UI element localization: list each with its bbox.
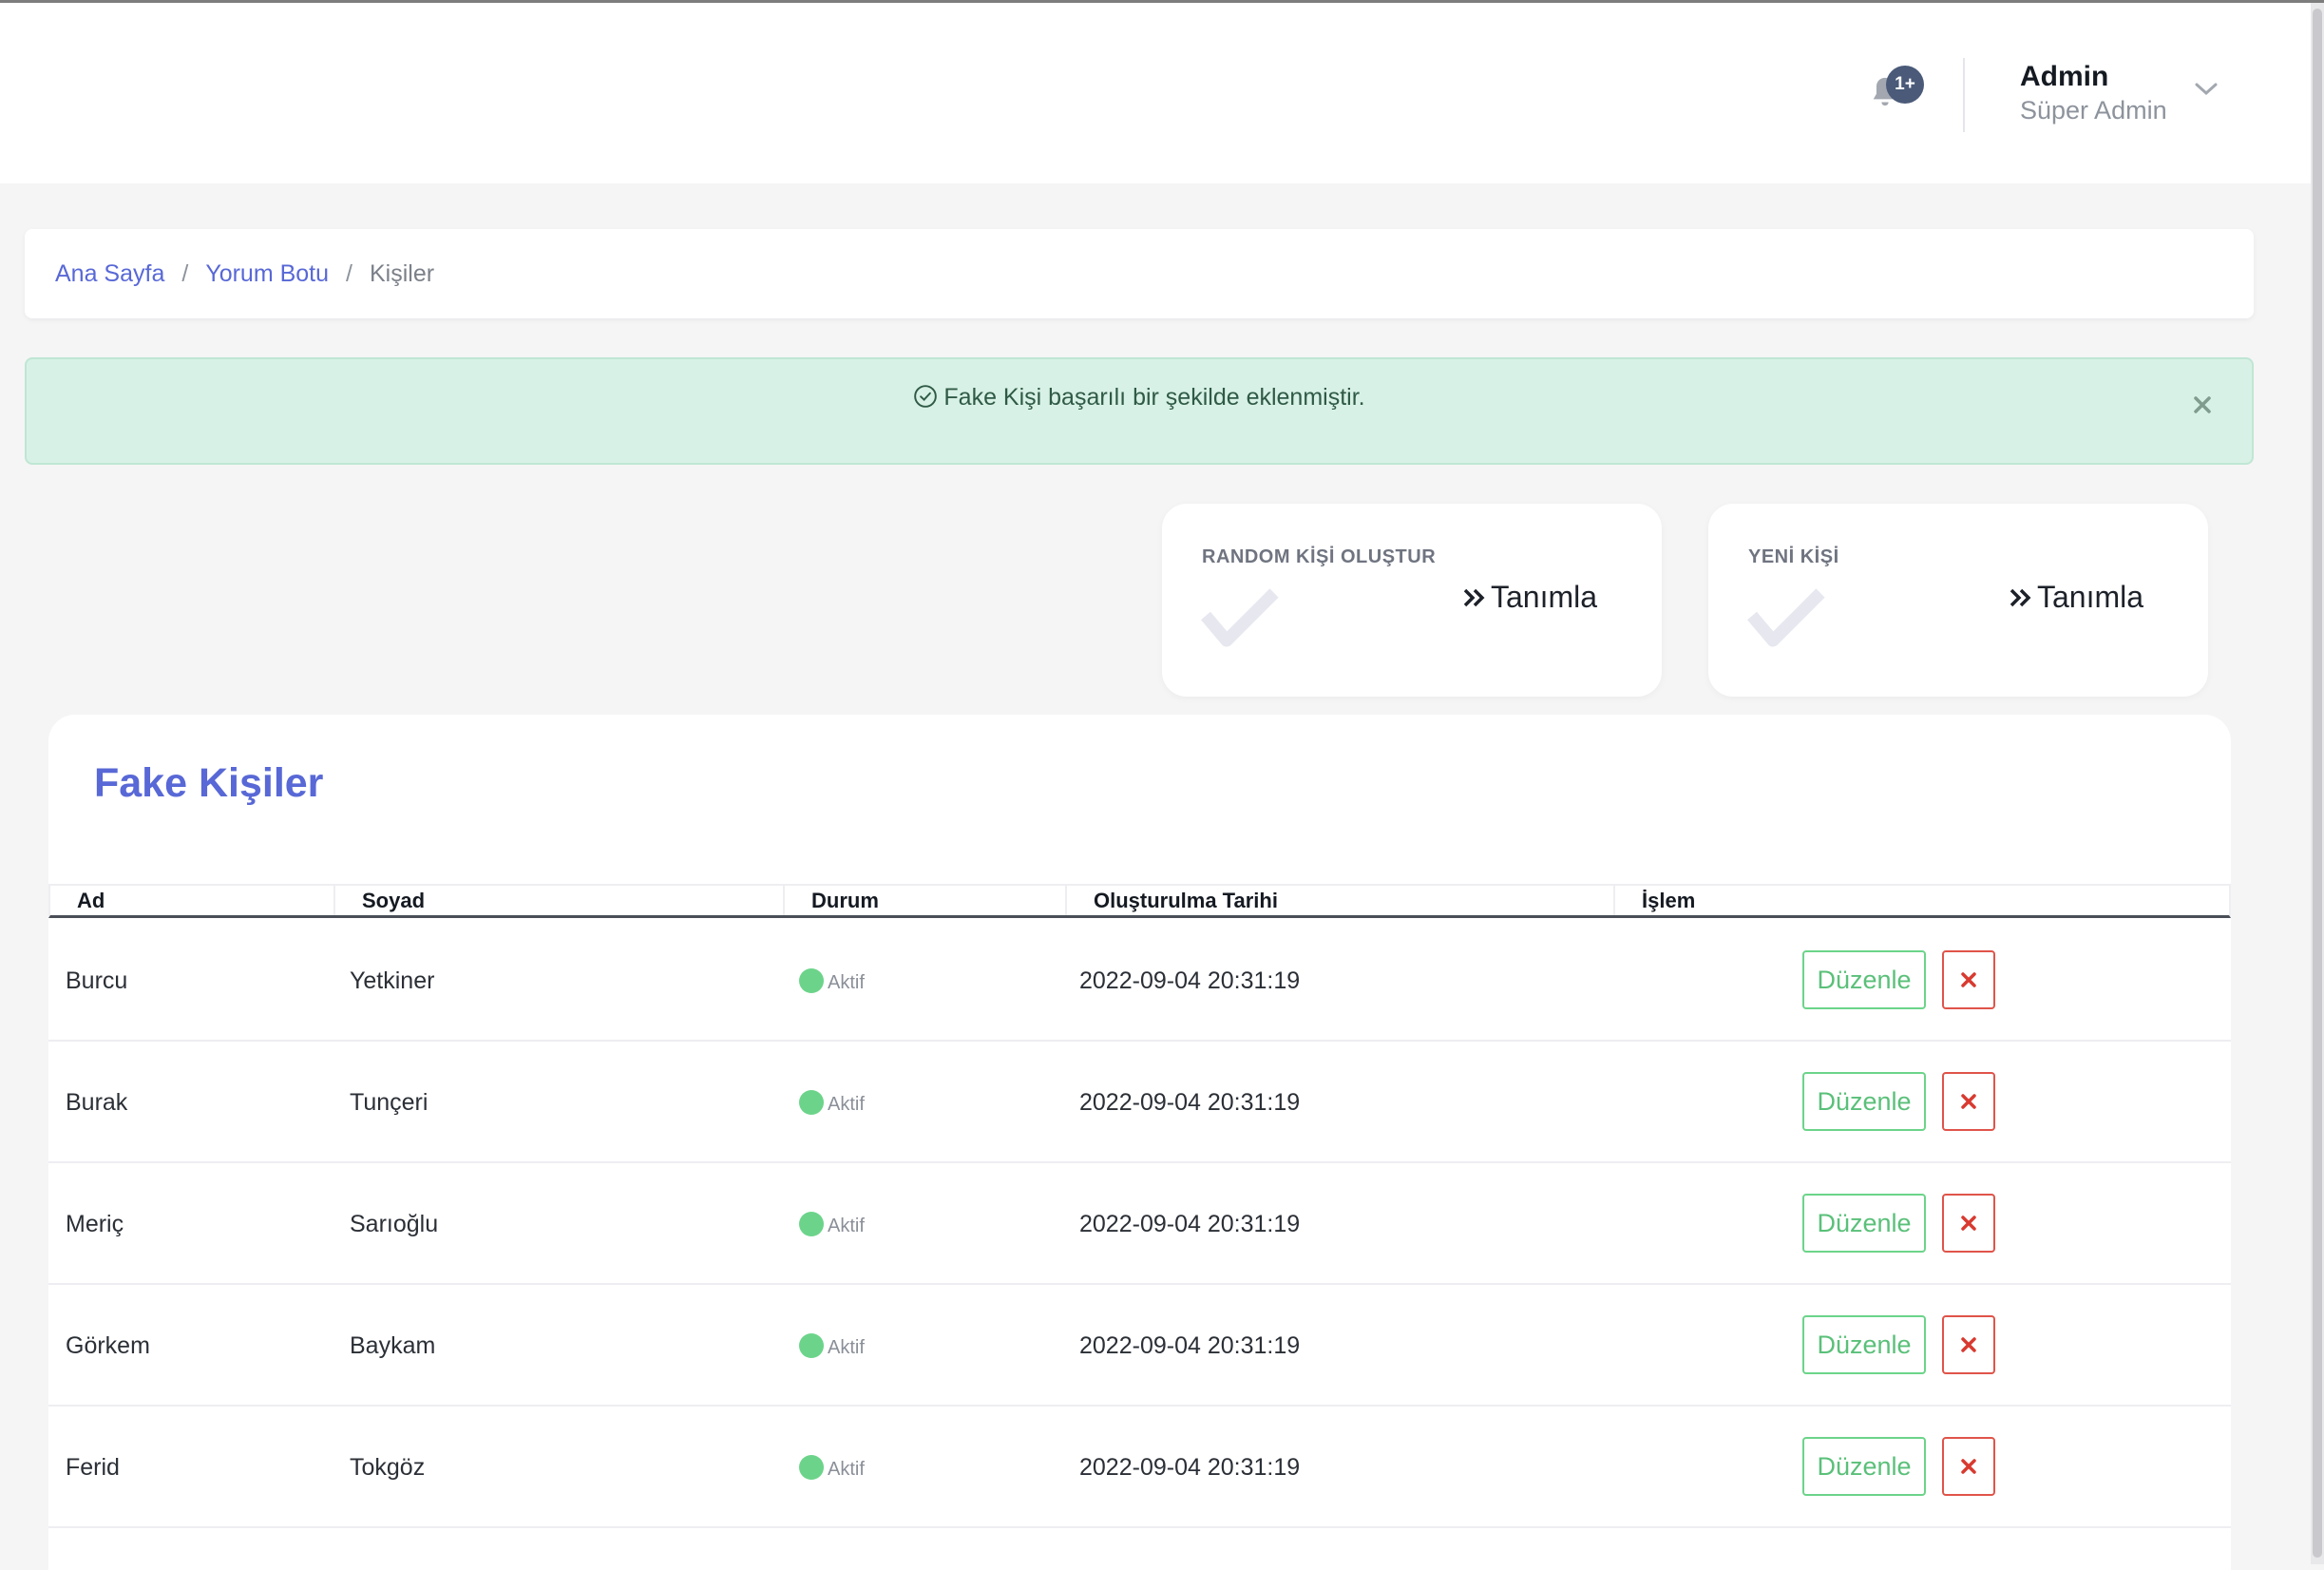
close-icon[interactable]	[2191, 393, 2214, 416]
delete-button[interactable]	[1942, 1072, 1995, 1131]
column-header-islem: İşlem	[1642, 889, 1696, 912]
breadcrumb-link-yorum-botu[interactable]: Yorum Botu	[205, 260, 329, 288]
edit-button[interactable]: Düzenle	[1802, 1437, 1926, 1496]
status-dot	[799, 1212, 824, 1236]
status-text: Aktif	[828, 971, 865, 993]
table-row: Ferid Tokgöz Aktif 2022-09-04 20:31:19 D…	[48, 1407, 2231, 1528]
edit-button[interactable]: Düzenle	[1802, 1315, 1926, 1374]
notification-badge: 1+	[1886, 66, 1924, 104]
status-badge: Aktif	[799, 1285, 865, 1407]
close-icon	[1961, 1094, 1976, 1109]
define-random-button[interactable]: Tanımla	[1462, 580, 1597, 615]
status-badge: Aktif	[799, 920, 865, 1042]
notification-button[interactable]: 1+	[1858, 66, 1925, 123]
close-icon	[1961, 1337, 1976, 1352]
table-title: Fake Kişiler	[94, 760, 324, 806]
breadcrumb-separator: /	[181, 259, 189, 287]
status-badge: Aktif	[799, 1407, 865, 1528]
breadcrumb-current: Kişiler	[369, 259, 435, 287]
card-title: YENİ KİŞİ	[1748, 546, 1839, 567]
cell-ad: Burcu	[66, 967, 128, 994]
status-dot	[799, 1090, 824, 1115]
status-text: Aktif	[828, 1336, 865, 1358]
delete-button[interactable]	[1942, 1315, 1995, 1374]
define-random-label: Tanımla	[1491, 580, 1598, 614]
cell-ad: Görkem	[66, 1332, 150, 1359]
top-header: 1+ Admin Süper Admin	[0, 3, 2311, 183]
delete-button[interactable]	[1942, 1437, 1995, 1496]
status-badge: Aktif	[799, 1042, 865, 1163]
cell-tarih: 2022-09-04 20:31:19	[1079, 967, 1301, 994]
status-text: Aktif	[828, 1215, 865, 1236]
breadcrumb-separator: /	[346, 259, 352, 287]
column-header-soyad[interactable]: Soyad	[335, 886, 785, 915]
user-name: Admin	[2020, 61, 2109, 92]
close-icon	[1961, 1459, 1976, 1474]
header-divider	[1963, 58, 1965, 132]
breadcrumb-link-home[interactable]: Ana Sayfa	[55, 260, 164, 288]
status-text: Aktif	[828, 1093, 865, 1115]
double-chevron-right-icon	[1463, 588, 1485, 607]
cell-tarih: 2022-09-04 20:31:19	[1079, 1089, 1301, 1116]
column-header-ad[interactable]: Ad	[50, 886, 335, 915]
cell-soyad: Sarıoğlu	[350, 1211, 439, 1237]
edit-button[interactable]: Düzenle	[1802, 1072, 1926, 1131]
column-header-tarih[interactable]: Oluşturulma Tarihi	[1067, 886, 1615, 915]
column-header-durum[interactable]: Durum	[785, 886, 1067, 915]
define-new-button[interactable]: Tanımla	[2009, 580, 2143, 615]
cell-tarih: 2022-09-04 20:31:19	[1079, 1332, 1301, 1359]
table-header: Ad Soyad Durum Oluşturulma Tarihi İşlem	[48, 884, 2231, 918]
check-circle-icon	[914, 385, 938, 408]
success-alert: Fake Kişi başarılı bir şekilde eklenmişt…	[25, 357, 2254, 465]
check-icon	[1747, 588, 1825, 647]
cell-tarih: 2022-09-04 20:31:19	[1079, 1211, 1301, 1237]
cell-tarih: 2022-09-04 20:31:19	[1079, 1454, 1301, 1481]
alert-message-row: Fake Kişi başarılı bir şekilde eklenmişt…	[27, 384, 2252, 412]
new-person-card: YENİ KİŞİ Tanımla	[1708, 504, 2208, 697]
table-row: Görkem Baykam Aktif 2022-09-04 20:31:19 …	[48, 1285, 2231, 1407]
chevron-down-icon[interactable]	[2193, 81, 2219, 98]
cell-ad: Meriç	[66, 1211, 124, 1237]
close-icon	[1961, 1216, 1976, 1231]
cell-ad: Burak	[66, 1089, 128, 1116]
check-icon	[1201, 588, 1279, 647]
status-dot	[799, 1455, 824, 1480]
cell-soyad: Baykam	[350, 1332, 436, 1359]
random-person-card: RANDOM KİŞİ OLUŞTUR Tanımla	[1162, 504, 1662, 697]
table-row: Burcu Yetkiner Aktif 2022-09-04 20:31:19…	[48, 920, 2231, 1042]
cell-ad: Ferid	[66, 1454, 120, 1481]
edit-button[interactable]: Düzenle	[1802, 1194, 1926, 1253]
fake-persons-table-card: Fake Kişiler Ad Soyad Durum Oluşturulma …	[48, 715, 2231, 1570]
scrollbar-thumb[interactable]	[2313, 9, 2322, 1558]
cell-soyad: Yetkiner	[350, 967, 435, 994]
close-icon	[1961, 972, 1976, 987]
card-title: RANDOM KİŞİ OLUŞTUR	[1202, 546, 1437, 567]
edit-button[interactable]: Düzenle	[1802, 950, 1926, 1009]
double-chevron-right-icon	[2010, 588, 2031, 607]
status-dot	[799, 1333, 824, 1358]
cell-soyad: Tokgöz	[350, 1454, 426, 1481]
cell-soyad: Tunçeri	[350, 1089, 429, 1116]
user-menu[interactable]: Admin Süper Admin	[2020, 60, 2167, 126]
delete-button[interactable]	[1942, 1194, 1995, 1253]
page-scrollbar[interactable]	[2311, 3, 2324, 1564]
breadcrumb: Ana Sayfa / Yorum Botu / Kişiler	[25, 229, 2254, 318]
status-badge: Aktif	[799, 1163, 865, 1285]
table-row: Meriç Sarıoğlu Aktif 2022-09-04 20:31:19…	[48, 1163, 2231, 1285]
alert-message: Fake Kişi başarılı bir şekilde eklenmişt…	[943, 384, 1365, 411]
table-row: Burak Tunçeri Aktif 2022-09-04 20:31:19 …	[48, 1042, 2231, 1163]
delete-button[interactable]	[1942, 950, 1995, 1009]
define-new-label: Tanımla	[2037, 580, 2144, 614]
user-role: Süper Admin	[2020, 96, 2167, 124]
status-text: Aktif	[828, 1458, 865, 1480]
status-dot	[799, 968, 824, 993]
